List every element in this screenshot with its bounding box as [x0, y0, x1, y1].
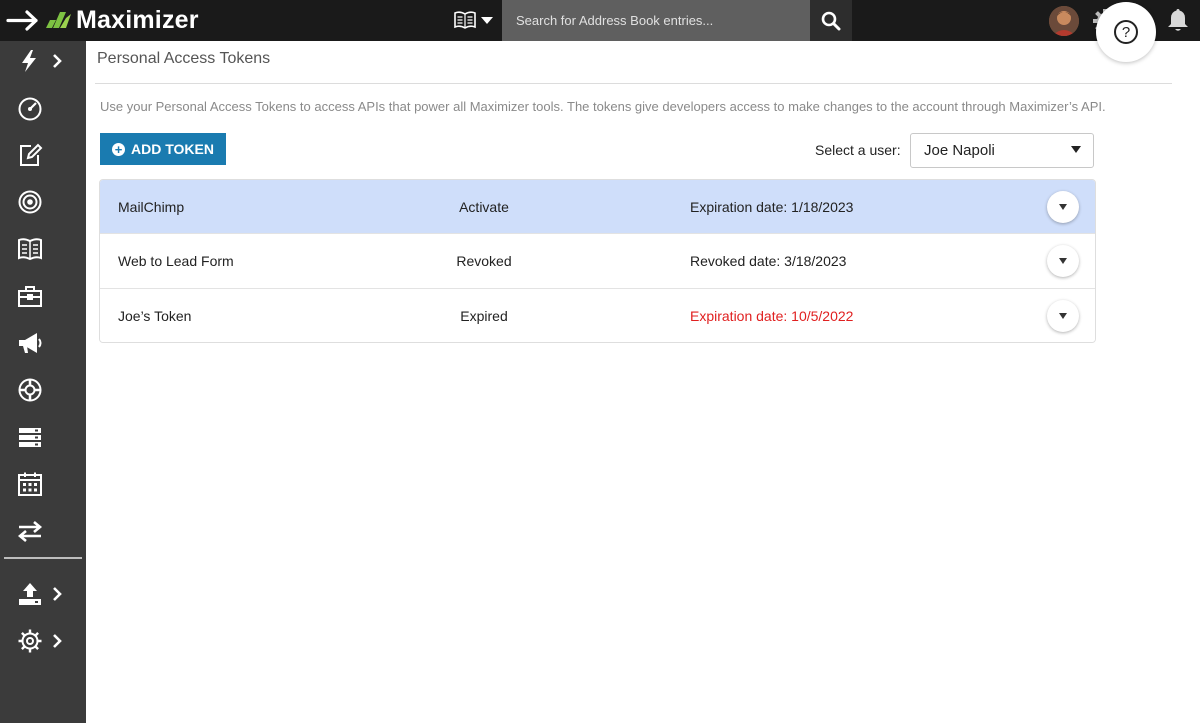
- transfer-arrows-icon: [17, 521, 43, 542]
- main-content: Personal Access Tokens Use your Personal…: [86, 41, 1200, 723]
- token-name: Web to Lead Form: [118, 253, 234, 269]
- token-list: MailChimp Activate Expiration date: 1/18…: [99, 179, 1096, 343]
- token-row[interactable]: Joe’s Token Expired Expiration date: 10/…: [100, 289, 1095, 342]
- sidebar-divider: [4, 557, 82, 559]
- token-status: Activate: [459, 198, 509, 215]
- row-expand-button[interactable]: [1047, 300, 1079, 332]
- row-expand-button[interactable]: [1047, 245, 1079, 277]
- brand-name: Maximizer: [76, 6, 199, 34]
- sidebar: [0, 41, 86, 723]
- page-description: Use your Personal Access Tokens to acces…: [100, 99, 1106, 114]
- sidebar-item-data-records[interactable]: [0, 417, 86, 457]
- token-date: Revoked date: 3/18/2023: [690, 253, 847, 269]
- caret-down-icon: [481, 17, 493, 24]
- sidebar-item-campaigns[interactable]: [0, 323, 86, 363]
- sidebar-item-calendar[interactable]: [0, 464, 86, 504]
- lightning-icon: [22, 50, 36, 72]
- settings-gear-icon: [18, 629, 42, 653]
- upload-icon: [19, 583, 41, 605]
- calendar-icon: [18, 472, 42, 496]
- sidebar-item-dashboard[interactable]: [0, 88, 86, 128]
- target-icon: [18, 190, 42, 214]
- search-button[interactable]: [810, 0, 852, 41]
- help-button[interactable]: ?: [1096, 2, 1156, 62]
- caret-down-icon: [1059, 258, 1067, 264]
- sidebar-item-quick-actions[interactable]: [0, 41, 86, 81]
- select-user-label: Select a user:: [815, 142, 901, 158]
- maximizer-logo-icon: [46, 12, 71, 28]
- user-avatar[interactable]: [1049, 6, 1079, 36]
- user-select-dropdown[interactable]: Joe Napoli: [910, 133, 1094, 168]
- sidebar-item-transfers[interactable]: [0, 511, 86, 551]
- search-input[interactable]: [502, 0, 810, 41]
- page-title: Personal Access Tokens: [97, 50, 271, 67]
- plus-circle-icon: +: [112, 142, 126, 156]
- edit-note-icon: [20, 143, 43, 166]
- token-name: Joe’s Token: [118, 308, 192, 324]
- token-status: Expired: [460, 308, 508, 324]
- sidebar-item-opportunities[interactable]: [0, 182, 86, 222]
- address-book-switcher[interactable]: [453, 8, 497, 32]
- search-icon: [821, 11, 841, 30]
- sidebar-item-projects[interactable]: [0, 276, 86, 316]
- search-box: [502, 0, 810, 41]
- add-token-label: ADD TOKEN: [131, 141, 214, 157]
- token-row[interactable]: Web to Lead Form Revoked Revoked date: 3…: [100, 234, 1095, 289]
- caret-down-icon: [1059, 313, 1067, 319]
- token-date: Expiration date: 10/5/2022: [690, 308, 854, 324]
- token-status: Revoked: [456, 253, 512, 269]
- chevron-right-icon: [53, 54, 62, 68]
- title-divider: [95, 83, 1172, 84]
- token-row[interactable]: MailChimp Activate Expiration date: 1/18…: [100, 180, 1095, 234]
- chevron-right-icon: [53, 587, 62, 601]
- caret-down-icon: [1059, 203, 1067, 210]
- token-name: MailChimp: [118, 198, 185, 215]
- sidebar-item-support[interactable]: [0, 370, 86, 410]
- brand[interactable]: Maximizer: [6, 0, 199, 41]
- dashboard-gauge-icon: [18, 97, 42, 121]
- top-bar: Maximizer Search for Address Book entrie…: [0, 0, 1200, 62]
- notification-bell-icon[interactable]: [1166, 7, 1190, 33]
- token-date: Expiration date: 1/18/2023: [690, 198, 854, 215]
- lifebuoy-icon: [18, 378, 42, 402]
- sidebar-item-notes[interactable]: [0, 135, 86, 175]
- row-expand-button[interactable]: [1047, 190, 1079, 223]
- sidebar-item-settings[interactable]: [0, 621, 86, 661]
- address-book-icon: [18, 238, 42, 261]
- caret-down-icon: [1071, 146, 1081, 153]
- add-token-button[interactable]: + ADD TOKEN: [100, 133, 226, 165]
- address-book-icon: [454, 11, 476, 29]
- selected-user-value: Joe Napoli: [924, 142, 995, 159]
- sidebar-item-import[interactable]: [0, 574, 86, 614]
- megaphone-icon: [19, 333, 42, 353]
- sidebar-item-address-book[interactable]: [0, 229, 86, 269]
- server-icon: [19, 428, 41, 447]
- chevron-right-icon: [53, 634, 62, 648]
- help-question-icon: ?: [1114, 20, 1138, 44]
- expand-arrow-icon[interactable]: [6, 0, 42, 41]
- briefcase-icon: [18, 286, 42, 307]
- avatar-photo-icon: [1049, 6, 1079, 36]
